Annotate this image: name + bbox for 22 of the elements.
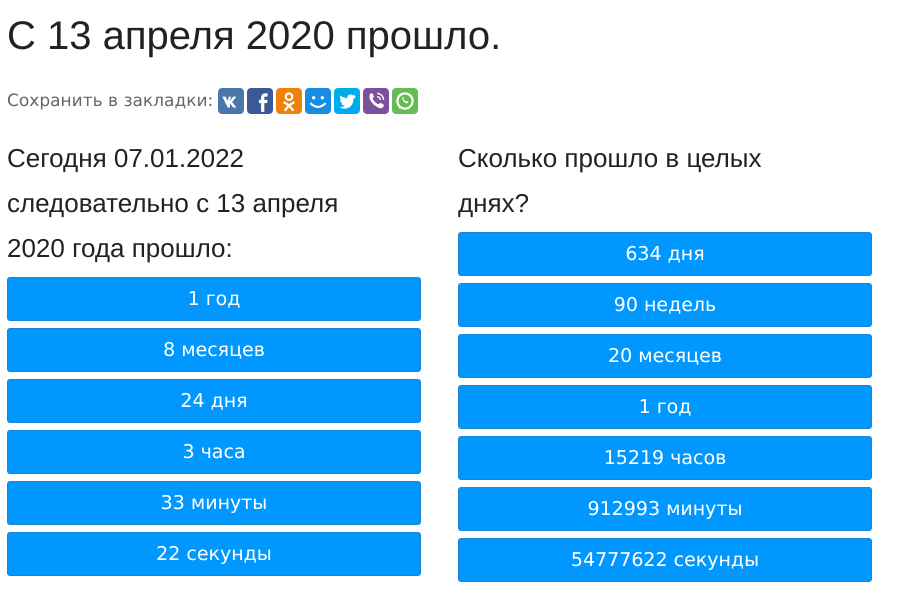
section-heading: Сколько прошло в целых днях? bbox=[458, 142, 762, 220]
duration-button[interactable]: 8 месяцев bbox=[7, 328, 421, 372]
smile-share-icon[interactable] bbox=[305, 88, 332, 114]
duration-button[interactable]: 33 минуты bbox=[7, 481, 421, 525]
duration-button[interactable]: 1 год bbox=[458, 385, 872, 429]
duration-button[interactable]: 20 месяцев bbox=[458, 334, 872, 378]
page-title: С 13 апреля 2020 прошло. bbox=[7, 13, 502, 60]
viber-share-icon[interactable] bbox=[363, 88, 390, 114]
bookmark-label: Сохранить в закладки: bbox=[7, 91, 214, 111]
duration-button[interactable]: 15219 часов bbox=[458, 436, 872, 480]
twitter-share-icon[interactable] bbox=[334, 88, 360, 114]
duration-button[interactable]: 912993 минуты bbox=[458, 487, 872, 531]
duration-button[interactable]: 634 дня bbox=[458, 232, 872, 276]
duration-button[interactable]: 3 часа bbox=[7, 430, 421, 474]
duration-button[interactable]: 54777622 секунды bbox=[458, 538, 872, 582]
duration-button[interactable]: 90 недель bbox=[458, 283, 872, 327]
section-heading: Сегодня 07.01.2022 следовательно с 13 апреля 2020 года прошло: bbox=[7, 142, 340, 265]
duration-button[interactable]: 24 дня bbox=[7, 379, 421, 423]
duration-button[interactable]: 1 год bbox=[7, 277, 421, 321]
vk-share-icon[interactable] bbox=[218, 88, 244, 114]
facebook-share-icon[interactable] bbox=[247, 88, 274, 114]
duration-button[interactable]: 22 секунды bbox=[7, 532, 421, 576]
